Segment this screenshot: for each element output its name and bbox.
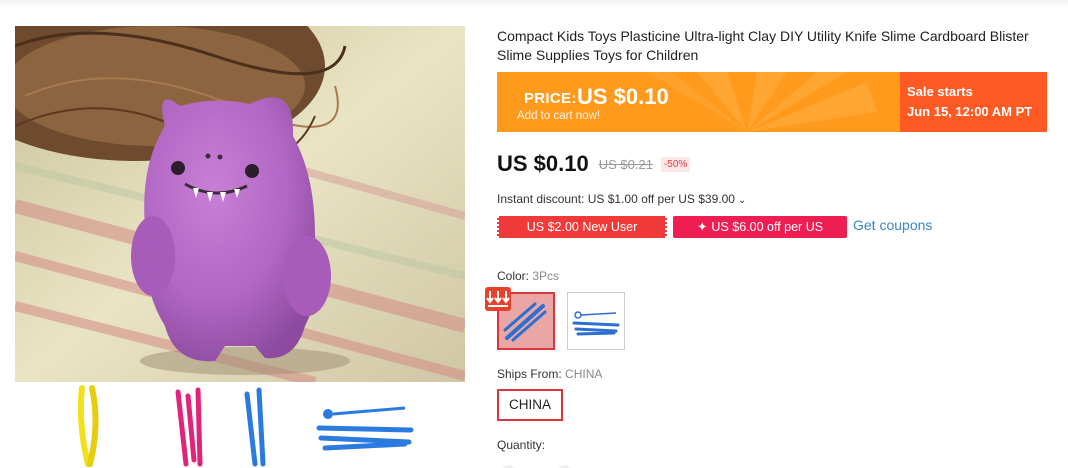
color-option-blue-set[interactable] bbox=[567, 292, 625, 350]
original-price: US $0.21 bbox=[598, 156, 653, 172]
color-label-text: Color: bbox=[497, 269, 530, 283]
banner-price-value: US $0.10 bbox=[577, 84, 669, 109]
current-price: US $0.10 bbox=[497, 151, 589, 176]
product-title: Compact Kids Toys Plasticine Ultra-light… bbox=[497, 28, 1029, 63]
instant-discount[interactable]: Instant discount: US $1.00 off per US $3… bbox=[497, 192, 746, 206]
ships-from-option-china[interactable]: CHINA bbox=[497, 389, 563, 421]
quantity-stepper[interactable] bbox=[497, 462, 577, 468]
color-label: Color: 3Pcs bbox=[497, 269, 559, 283]
ships-from-label-text: Ships From: bbox=[497, 367, 562, 381]
banner-sale-panel bbox=[900, 72, 1047, 132]
instant-discount-text: Instant discount: US $1.00 off per US $3… bbox=[497, 192, 735, 206]
thumbnail-strip bbox=[15, 384, 465, 468]
ships-from-label: Ships From: CHINA bbox=[497, 367, 602, 381]
chevron-down-icon[interactable]: ⌄ bbox=[738, 195, 746, 206]
top-shadow bbox=[0, 0, 1068, 8]
sparkle-icon: ✦ bbox=[696, 220, 708, 234]
sale-banner: PRICE: US $0.10 Add to cart now! Sale st… bbox=[497, 72, 1047, 132]
color-selected-value: 3Pcs bbox=[532, 269, 560, 283]
main-product-image[interactable] bbox=[15, 26, 465, 382]
sale-starts-heading: Sale starts bbox=[907, 84, 973, 99]
banner-price-label: PRICE: bbox=[524, 90, 577, 107]
thumbnail-tool-set[interactable] bbox=[315, 384, 415, 468]
download-arrows-icon bbox=[485, 287, 511, 311]
banner-subtext: Add to cart now! bbox=[517, 110, 601, 122]
get-coupons-link[interactable]: Get coupons bbox=[853, 217, 932, 233]
thumbnail-blue-tools[interactable] bbox=[237, 384, 277, 468]
ships-from-selected: CHINA bbox=[565, 367, 603, 381]
thumbnail-yellow-tools[interactable] bbox=[70, 384, 110, 468]
price-row: US $0.10 US $0.21 -50% bbox=[497, 149, 691, 179]
swatch-image-blue-tools bbox=[572, 311, 620, 336]
discount-badge: -50% bbox=[660, 156, 691, 172]
quantity-label: Quantity: bbox=[497, 438, 546, 452]
new-user-coupon[interactable]: US $2.00 New User Coupon bbox=[497, 216, 667, 256]
sale-start-date: Jun 15, 12:00 AM PT bbox=[907, 104, 1033, 119]
store-coupon-label: US $6.00 off per US $65.00 bbox=[711, 220, 824, 256]
thumbnail-pink-tools[interactable] bbox=[170, 384, 210, 468]
store-coupon[interactable]: ✦ US $6.00 off per US $65.00 bbox=[673, 216, 847, 256]
